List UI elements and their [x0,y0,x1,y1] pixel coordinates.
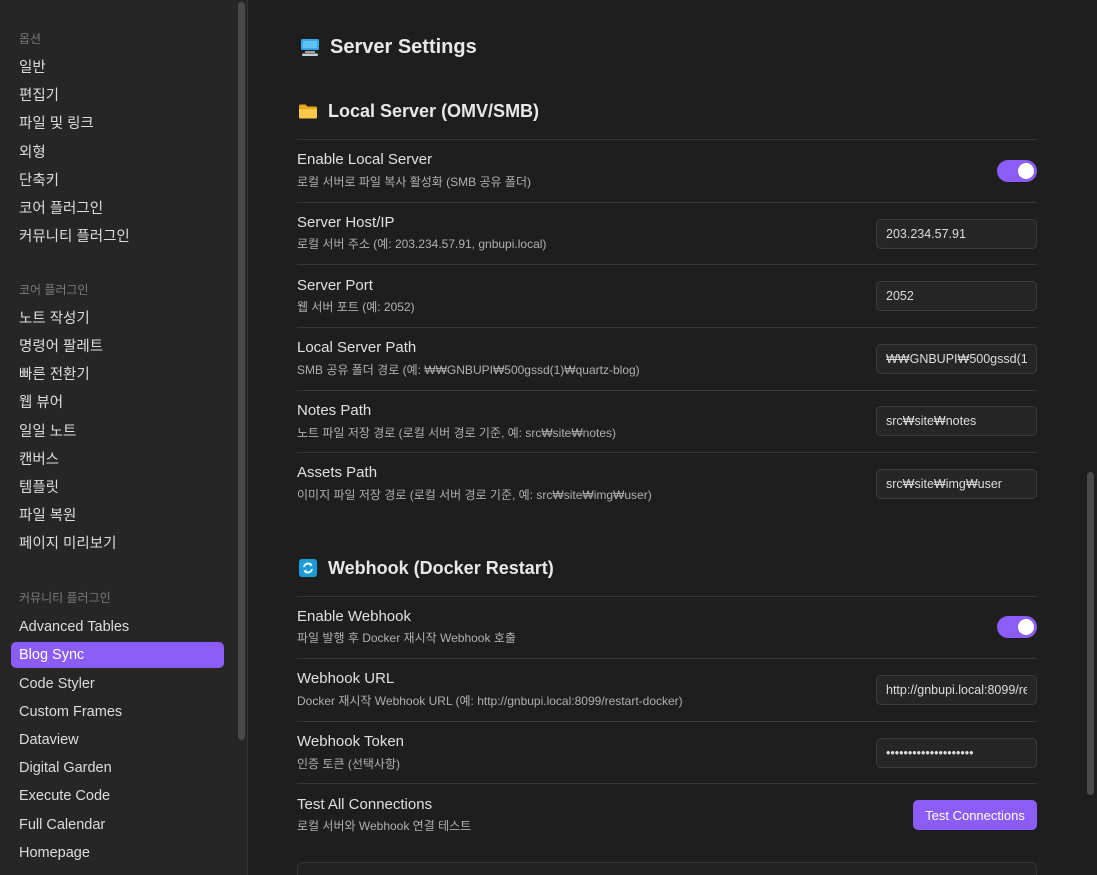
assets-path-input[interactable] [876,469,1037,499]
local-server-path-label: Local Server Path [297,339,417,356]
sidebar-item-file-recovery[interactable]: 파일 복원 [11,503,224,529]
sidebar-scrollbar[interactable] [238,2,245,740]
refresh-icon [298,558,318,578]
sidebar-item-execute-code[interactable]: Execute Code [11,783,224,809]
webhook-url-input[interactable] [876,675,1037,705]
notes-path-desc: 노트 파일 저장 경로 (로컬 서버 경로 기준, 예: src₩site₩no… [297,426,617,440]
assets-path-label: Assets Path [297,464,378,481]
server-host-label: Server Host/IP [297,214,395,231]
assets-path-desc: 이미지 파일 저장 경로 (로컬 서버 경로 기준, 예: src₩site₩i… [297,488,652,502]
server-host-input[interactable] [876,219,1037,249]
divider [297,596,1037,597]
sidebar-item-templates[interactable]: 템플릿 [11,475,224,501]
sidebar-item-editor[interactable]: 편집기 [11,83,224,109]
webhook-token-label: Webhook Token [297,733,405,750]
divider [297,390,1037,391]
test-connections-button[interactable]: Test Connections [913,800,1037,830]
sidebar-item-digital-garden[interactable]: Digital Garden [11,755,224,781]
divider [297,139,1037,140]
sidebar-item-quick-switcher[interactable]: 빠른 전환기 [11,362,224,388]
sidebar-item-files-links[interactable]: 파일 및 링크 [11,111,224,137]
local-server-path-desc: SMB 공유 폴더 경로 (예: ₩₩GNBUPI₩500gssd(1)₩qua… [297,363,640,377]
enable-webhook-toggle[interactable] [997,616,1037,638]
divider [297,202,1037,203]
page-title: Server Settings [300,33,477,61]
sidebar-item-full-calendar[interactable]: Full Calendar [11,812,224,838]
enable-local-server-label: Enable Local Server [297,151,433,168]
divider [297,721,1037,722]
folder-icon [298,101,318,121]
sidebar-heading-community-plugins: 커뮤니티 플러그인 [19,591,111,605]
sidebar-item-page-preview[interactable]: 페이지 미리보기 [11,531,224,557]
sidebar-heading-options: 옵션 [19,32,42,46]
sidebar-item-advanced-tables[interactable]: Advanced Tables [11,614,224,640]
sidebar-item-dataview[interactable]: Dataview [11,727,224,753]
test-connections-desc: 로컬 서버와 Webhook 연결 테스트 [297,819,472,833]
local-server-heading-text: Local Server (OMV/SMB) [328,100,540,121]
sidebar-item-canvas[interactable]: 캔버스 [11,447,224,473]
sidebar-item-command-palette[interactable]: 명령어 팔레트 [11,334,224,360]
test-connections-label: Test All Connections [297,796,433,813]
divider [297,327,1037,328]
server-host-desc: 로컬 서버 주소 (예: 203.234.57.91, gnbupi.local… [297,237,547,251]
sidebar-item-daily-notes[interactable]: 일일 노트 [11,419,224,445]
notes-path-label: Notes Path [297,402,372,419]
webhook-token-desc: 인증 토큰 (선택사항) [297,757,400,771]
sidebar-item-code-styler[interactable]: Code Styler [11,671,224,697]
page-title-text: Server Settings [330,35,477,58]
next-section-box [297,862,1037,875]
enable-webhook-label: Enable Webhook [297,608,411,625]
monitor-icon [300,37,320,57]
sidebar-item-custom-frames[interactable]: Custom Frames [11,699,224,725]
toggle-knob [1018,619,1034,635]
sidebar-item-note-composer[interactable]: 노트 작성기 [11,306,224,332]
webhook-heading-text: Webhook (Docker Restart) [328,557,554,578]
enable-local-server-desc: 로컬 서버로 파일 복사 활성화 (SMB 공유 폴더) [297,175,531,189]
divider [297,452,1037,453]
toggle-knob [1018,163,1034,179]
sidebar-item-homepage[interactable]: Homepage [11,840,224,866]
sidebar-item-blog-sync[interactable]: Blog Sync [11,642,224,668]
sidebar-item-core-plugins[interactable]: 코어 플러그인 [11,196,224,222]
settings-sidebar: 옵션 일반 편집기 파일 및 링크 외형 단축키 코어 플러그인 커뮤니티 플러… [0,0,248,875]
sidebar-heading-core-plugins: 코어 플러그인 [19,283,89,297]
divider [297,783,1037,784]
sidebar-item-general[interactable]: 일반 [11,55,224,81]
server-port-input[interactable] [876,281,1037,311]
divider [297,658,1037,659]
divider [297,264,1037,265]
local-server-heading: Local Server (OMV/SMB) [298,98,539,124]
webhook-token-input[interactable] [876,738,1037,768]
sidebar-item-appearance[interactable]: 외형 [11,140,224,166]
notes-path-input[interactable] [876,406,1037,436]
server-port-label: Server Port [297,277,373,294]
enable-webhook-desc: 파일 발행 후 Docker 재시작 Webhook 호출 [297,631,516,645]
sidebar-item-community-plugins[interactable]: 커뮤니티 플러그인 [11,224,224,250]
sidebar-item-hotkeys[interactable]: 단축키 [11,168,224,194]
webhook-url-label: Webhook URL [297,670,395,687]
sidebar-item-web-viewer[interactable]: 웹 뷰어 [11,390,224,416]
enable-local-server-toggle[interactable] [997,160,1037,182]
webhook-heading: Webhook (Docker Restart) [298,555,554,581]
server-port-desc: 웹 서버 포트 (예: 2052) [297,300,415,314]
content-scrollbar[interactable] [1087,472,1094,795]
webhook-url-desc: Docker 재시작 Webhook URL (예: http://gnbupi… [297,694,683,708]
local-server-path-input[interactable] [876,344,1037,374]
